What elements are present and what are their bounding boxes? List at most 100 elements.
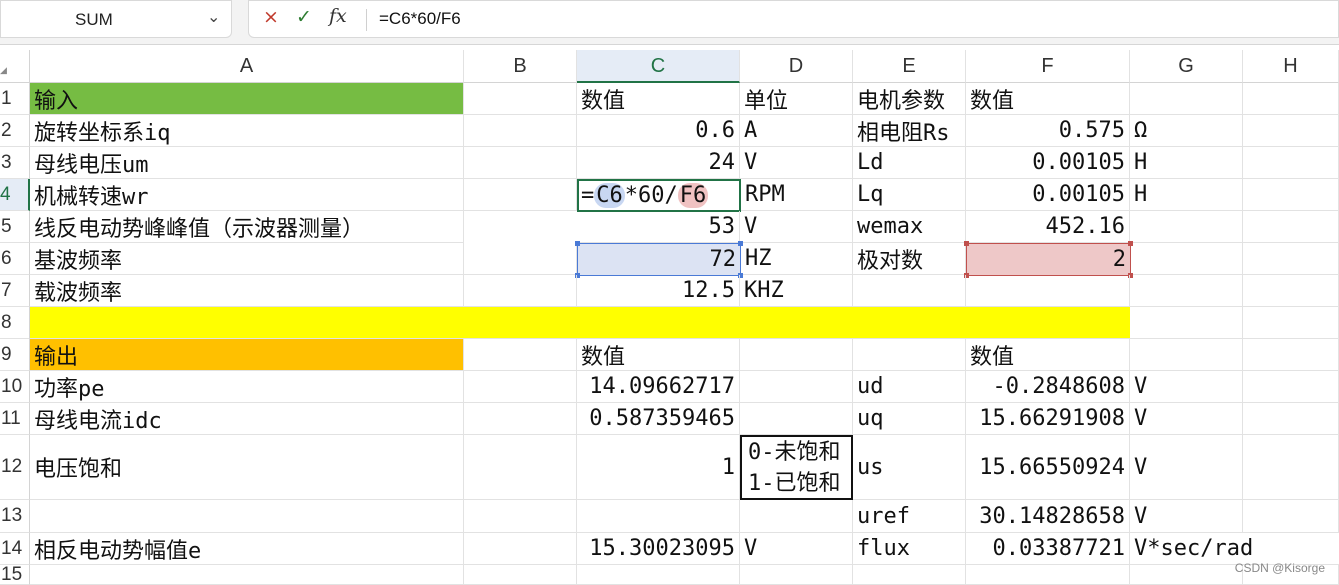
cell-g4[interactable]: H [1130, 179, 1243, 211]
cell-a9[interactable]: 输出 [30, 339, 464, 371]
cell-d7[interactable]: KHZ [740, 275, 853, 307]
cell-f9[interactable]: 数值 [966, 339, 1130, 371]
cell-f11[interactable]: 15.66291908 [966, 403, 1130, 435]
cell-e12[interactable]: us [853, 435, 966, 500]
cell-a15[interactable] [30, 565, 464, 585]
cell-h4[interactable] [1243, 179, 1339, 211]
cell-f1[interactable]: 数值 [966, 83, 1130, 115]
column-header-g[interactable]: G [1130, 50, 1243, 83]
row-header-9[interactable]: 9 [0, 339, 30, 371]
cell-g3[interactable]: H [1130, 147, 1243, 179]
insert-function-icon[interactable]: fx [329, 5, 347, 27]
cell-d13[interactable] [740, 500, 853, 533]
cell-b13[interactable] [464, 500, 577, 533]
cell-b4[interactable] [464, 179, 577, 211]
cell-c2[interactable]: 0.6 [577, 115, 740, 147]
cell-c10[interactable]: 14.09662717 [577, 371, 740, 403]
cell-d3[interactable]: V [740, 147, 853, 179]
cell-e3[interactable]: Ld [853, 147, 966, 179]
cell-a11[interactable]: 母线电流idc [30, 403, 464, 435]
cell-b11[interactable] [464, 403, 577, 435]
cell-f6-referenced[interactable]: 2 [966, 243, 1131, 276]
cell-a1[interactable]: 输入 [30, 83, 464, 115]
cell-a14[interactable]: 相反电动势幅值e [30, 533, 464, 565]
cell-h1[interactable] [1243, 83, 1339, 115]
cell-h12[interactable] [1243, 435, 1339, 500]
cell-f15[interactable] [966, 565, 1130, 585]
cell-g8[interactable] [1130, 307, 1243, 339]
cell-g10[interactable]: V [1130, 371, 1243, 403]
row-header-14[interactable]: 14 [0, 533, 30, 565]
cell-h11[interactable] [1243, 403, 1339, 435]
cell-f4[interactable]: 0.00105 [966, 179, 1130, 211]
chevron-down-icon[interactable]: ⌄ [207, 7, 220, 26]
cell-c14[interactable]: 15.30023095 [577, 533, 740, 565]
name-box[interactable]: SUM ⌄ [0, 0, 232, 38]
cell-e10[interactable]: ud [853, 371, 966, 403]
column-header-d[interactable]: D [740, 50, 853, 83]
range-handle-c6[interactable] [575, 241, 580, 246]
cell-b10[interactable] [464, 371, 577, 403]
cell-h6[interactable] [1243, 243, 1339, 275]
cell-e1[interactable]: 电机参数 [853, 83, 966, 115]
row-header-2[interactable]: 2 [0, 115, 30, 147]
cell-e9[interactable] [853, 339, 966, 371]
row-header-3[interactable]: 3 [0, 147, 30, 179]
cell-g9[interactable] [1130, 339, 1243, 371]
cell-c3[interactable]: 24 [577, 147, 740, 179]
cell-e11[interactable]: uq [853, 403, 966, 435]
cell-g13[interactable]: V [1130, 500, 1243, 533]
cell-c13[interactable] [577, 500, 740, 533]
cell-g2[interactable]: Ω [1130, 115, 1243, 147]
cell-f14[interactable]: 0.03387721 [966, 533, 1130, 565]
cell-e4[interactable]: Lq [853, 179, 966, 211]
cell-h7[interactable] [1243, 275, 1339, 307]
cell-f10[interactable]: -0.2848608 [966, 371, 1130, 403]
cell-a12[interactable]: 电压饱和 [30, 435, 464, 500]
cell-g11[interactable]: V [1130, 403, 1243, 435]
cell-f3[interactable]: 0.00105 [966, 147, 1130, 179]
cell-d15[interactable] [740, 565, 853, 585]
cell-a7[interactable]: 载波频率 [30, 275, 464, 307]
cell-a10[interactable]: 功率pe [30, 371, 464, 403]
cell-c12[interactable]: 1 [577, 435, 740, 500]
cell-b12[interactable] [464, 435, 577, 500]
cell-b9[interactable] [464, 339, 577, 371]
cell-f12[interactable]: 15.66550924 [966, 435, 1130, 500]
cell-b7[interactable] [464, 275, 577, 307]
row-header-7[interactable]: 7 [0, 275, 30, 307]
cell-e5[interactable]: wemax [853, 211, 966, 243]
cell-c4-editing[interactable]: = C6 *60/F6 [577, 179, 741, 212]
column-header-h[interactable]: H [1243, 50, 1339, 83]
cell-d2[interactable]: A [740, 115, 853, 147]
cell-b6[interactable] [464, 243, 577, 275]
cell-c7[interactable]: 12.5 [577, 275, 740, 307]
row-header-6[interactable]: 6 [0, 243, 30, 275]
divider-row-8[interactable] [30, 307, 1130, 339]
cell-a4[interactable]: 机械转速wr [30, 179, 464, 211]
formula-input[interactable]: =C6*60/F6 [379, 9, 461, 29]
row-header-12[interactable]: 12 [0, 435, 30, 500]
cell-f2[interactable]: 0.575 [966, 115, 1130, 147]
cell-g12[interactable]: V [1130, 435, 1243, 500]
cell-b14[interactable] [464, 533, 577, 565]
range-handle-f6[interactable] [964, 241, 969, 246]
cell-h8[interactable] [1243, 307, 1339, 339]
cell-h9[interactable] [1243, 339, 1339, 371]
cell-a5[interactable]: 线反电动势峰峰值（示波器测量） [30, 211, 464, 243]
row-header-4[interactable]: 4 [0, 179, 30, 211]
column-header-e[interactable]: E [853, 50, 966, 83]
cell-h13[interactable] [1243, 500, 1339, 533]
range-handle-f6[interactable] [1128, 241, 1133, 246]
cell-b1[interactable] [464, 83, 577, 115]
cell-d9[interactable] [740, 339, 853, 371]
cell-e6[interactable]: 极对数 [853, 243, 966, 275]
cell-a3[interactable]: 母线电压um [30, 147, 464, 179]
cell-g15[interactable] [1130, 565, 1243, 585]
column-header-c[interactable]: C [577, 50, 740, 83]
check-icon[interactable]: ✓ [296, 6, 312, 28]
cell-e15[interactable] [853, 565, 966, 585]
cell-h2[interactable] [1243, 115, 1339, 147]
cell-b2[interactable] [464, 115, 577, 147]
column-header-b[interactable]: B [464, 50, 577, 83]
